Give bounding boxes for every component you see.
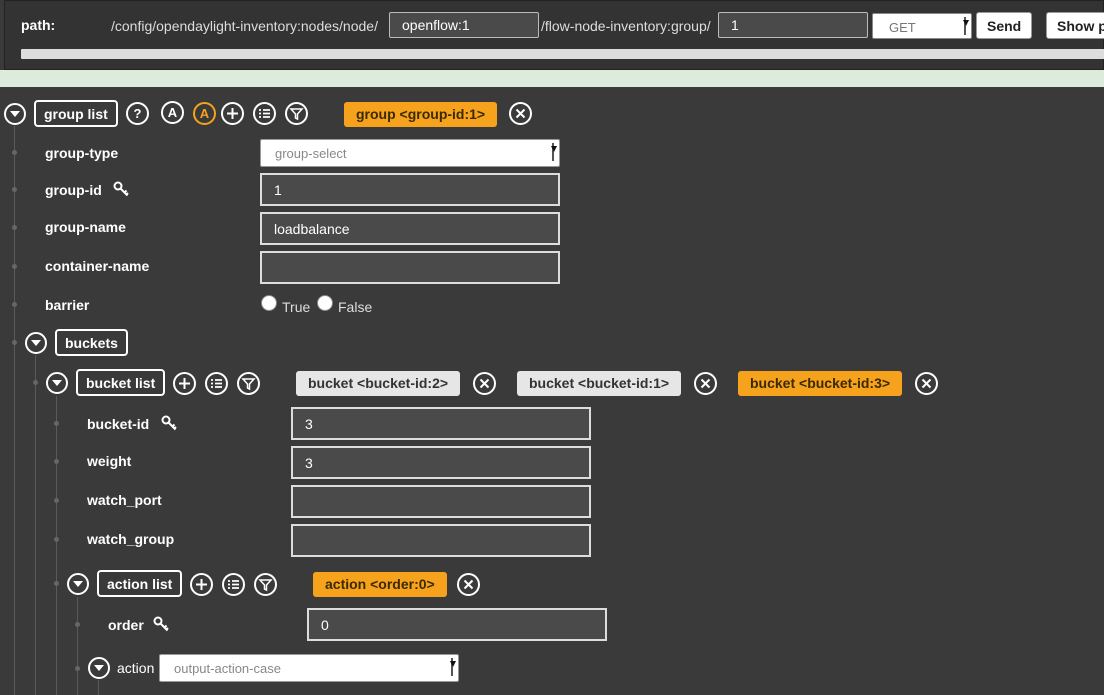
add-icon[interactable] [190, 573, 213, 596]
action-tag-active[interactable]: action <order:0> [313, 572, 447, 597]
node-id-input[interactable] [389, 12, 539, 38]
action-list-collapse-toggle[interactable] [67, 573, 89, 595]
tree-dot [54, 581, 59, 586]
add-icon[interactable] [173, 372, 196, 395]
tree-dot [54, 459, 59, 464]
tree-dot [12, 150, 17, 155]
path-label: path: [21, 17, 56, 33]
key-icon [161, 415, 177, 431]
group-type-value: group-select [275, 146, 347, 161]
action-list-label[interactable]: action list [97, 570, 183, 597]
barrier-false-radio[interactable] [317, 295, 333, 311]
group-id-path-input[interactable] [718, 12, 868, 38]
tree-guide [14, 126, 15, 695]
weight-field[interactable] [291, 446, 591, 479]
tree-dot [12, 187, 17, 192]
group-list-collapse-toggle[interactable] [4, 103, 26, 125]
group-type-label: group-type [45, 145, 119, 161]
method-select[interactable]: GET [872, 13, 972, 39]
watch-group-label: watch_group [87, 531, 175, 547]
tree-dot [12, 264, 17, 269]
watch-port-label: watch_port [87, 492, 162, 508]
chevron-down-icon [963, 20, 969, 26]
path-prefix: /config/opendaylight-inventory:nodes/nod… [111, 18, 378, 34]
filter-icon[interactable] [237, 372, 260, 395]
path-middle: /flow-node-inventory:group/ [541, 18, 711, 34]
tree-dot [75, 666, 80, 671]
close-icon[interactable] [694, 372, 717, 395]
tree-dot [12, 225, 17, 230]
action-label: action [117, 660, 155, 676]
path-bar: path: /config/opendaylight-inventory:nod… [4, 0, 1104, 70]
close-icon[interactable] [457, 573, 480, 596]
barrier-true-label: True [282, 299, 311, 315]
container-name-field[interactable] [260, 251, 560, 284]
bucket-id-field[interactable] [291, 407, 591, 440]
chevron-down-icon [450, 661, 456, 667]
help-icon[interactable]: ? [126, 102, 149, 125]
order-label: order [108, 617, 144, 633]
action-collapse-toggle[interactable] [88, 657, 110, 679]
list-icon[interactable] [222, 573, 245, 596]
status-strip [0, 70, 1104, 87]
bucket-list-label[interactable]: bucket list [76, 369, 166, 396]
group-id-field[interactable] [260, 173, 560, 206]
tree-dot [54, 537, 59, 542]
method-value: GET [889, 20, 916, 35]
tree-dot [54, 498, 59, 503]
tree-dot [54, 421, 59, 426]
bucket-id-label: bucket-id [87, 416, 150, 432]
bucket-tag[interactable]: bucket <bucket-id:2> [296, 371, 461, 396]
augment-a-icon[interactable]: A [161, 101, 184, 124]
bucket-list-collapse-toggle[interactable] [46, 372, 68, 394]
bucket-tag-active[interactable]: bucket <bucket-id:3> [738, 371, 903, 396]
tree-guide [98, 680, 99, 695]
tree-dot [75, 622, 80, 627]
watch-group-field[interactable] [291, 524, 591, 557]
buckets-collapse-toggle[interactable] [25, 332, 47, 354]
filter-icon[interactable] [285, 102, 308, 125]
tree-dot [12, 340, 17, 345]
list-icon[interactable] [205, 372, 228, 395]
watch-port-field[interactable] [291, 485, 591, 518]
container-name-label: container-name [45, 258, 150, 274]
tree-guide [77, 597, 78, 695]
augment-a-active-icon[interactable]: A [193, 102, 216, 125]
order-field[interactable] [307, 608, 607, 641]
buckets-label[interactable]: buckets [55, 329, 128, 356]
close-icon[interactable] [509, 102, 532, 125]
filter-icon[interactable] [254, 573, 277, 596]
group-list-label[interactable]: group list [34, 100, 118, 127]
key-icon [113, 181, 129, 197]
bucket-tag[interactable]: bucket <bucket-id:1> [517, 371, 682, 396]
action-type-select[interactable]: output-action-case [159, 654, 459, 682]
list-icon[interactable] [253, 102, 276, 125]
tree-guide [35, 355, 36, 695]
group-tag-active[interactable]: group <group-id:1> [344, 102, 498, 127]
close-icon[interactable] [915, 372, 938, 395]
action-type-value: output-action-case [174, 661, 281, 676]
close-icon[interactable] [473, 372, 496, 395]
group-id-label: group-id [45, 182, 102, 198]
barrier-false-label: False [338, 299, 373, 315]
progress-bar [21, 49, 1104, 59]
barrier-true-radio[interactable] [261, 295, 277, 311]
show-preview-button[interactable]: Show p [1046, 12, 1104, 39]
weight-label: weight [87, 453, 132, 469]
group-name-field[interactable] [260, 212, 560, 245]
add-icon[interactable] [221, 102, 244, 125]
send-button[interactable]: Send [976, 12, 1033, 39]
tree-dot [12, 302, 17, 307]
group-name-label: group-name [45, 219, 126, 235]
tree-guide [56, 396, 57, 695]
chevron-down-icon [551, 146, 557, 152]
barrier-label: barrier [45, 297, 90, 313]
tree-dot [33, 380, 38, 385]
key-icon [153, 616, 169, 632]
group-type-select[interactable]: group-select [260, 139, 560, 167]
